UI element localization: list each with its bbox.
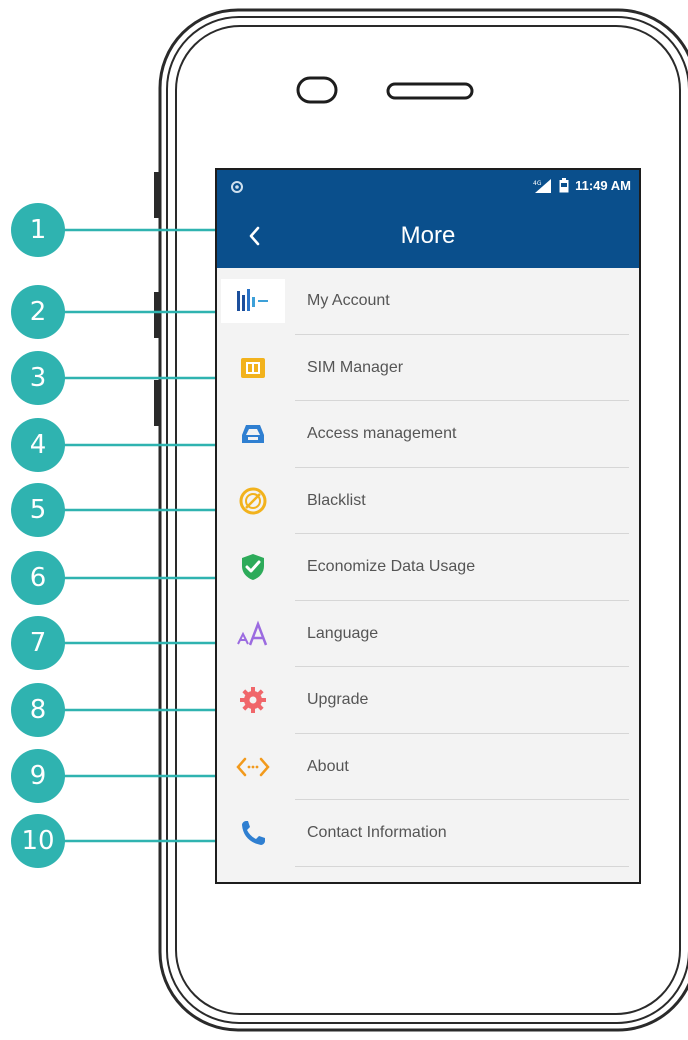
menu-item-blacklist[interactable]: Blacklist <box>217 468 639 534</box>
battery-icon <box>559 178 569 193</box>
page-title: More <box>400 222 456 249</box>
svg-text:4G: 4G <box>533 180 542 187</box>
notification-icon <box>231 181 243 193</box>
menu-item-language[interactable]: Language <box>217 601 639 667</box>
menu-item-contact-information[interactable]: Contact Information <box>217 800 639 867</box>
gear-icon <box>221 678 285 722</box>
status-bar: 4G 11:49 AM <box>217 170 639 204</box>
font-size-icon <box>221 612 285 656</box>
menu-label: Upgrade <box>307 691 369 708</box>
divider <box>295 865 629 867</box>
menu-item-economize-data-usage[interactable]: Economize Data Usage <box>217 534 639 601</box>
menu-label: Economize Data Usage <box>307 558 476 575</box>
signal-icon: 4G <box>533 178 552 193</box>
account-logo-icon <box>221 279 285 323</box>
menu-item-my-account[interactable]: My Account <box>217 268 639 335</box>
menu-label: SIM Manager <box>307 358 404 376</box>
access-icon <box>221 412 285 456</box>
app-screen: 4G 11:49 AM More My Account SIM Manager … <box>215 168 641 884</box>
sim-card-icon <box>221 346 285 390</box>
menu-item-about[interactable]: About <box>217 734 639 800</box>
menu-label: About <box>307 757 349 775</box>
shield-check-icon <box>221 545 285 589</box>
menu-label: Access management <box>307 425 457 442</box>
code-icon <box>221 745 285 789</box>
menu-label: Blacklist <box>307 491 366 509</box>
menu-item-access-management[interactable]: Access management <box>217 401 639 468</box>
menu-label: My Account <box>307 292 390 309</box>
menu-item-sim-manager[interactable]: SIM Manager <box>217 335 639 401</box>
menu-label: Language <box>307 624 379 642</box>
menu-item-upgrade[interactable]: Upgrade <box>217 667 639 734</box>
phone-icon <box>221 811 285 855</box>
menu-label: Contact Information <box>307 824 447 841</box>
status-right: 4G 11:49 AM <box>533 178 631 193</box>
blacklist-icon <box>221 479 285 523</box>
status-time: 11:49 AM <box>575 178 631 193</box>
menu-list: My Account SIM Manager Access management… <box>217 268 639 867</box>
header-bar: More <box>217 204 639 268</box>
